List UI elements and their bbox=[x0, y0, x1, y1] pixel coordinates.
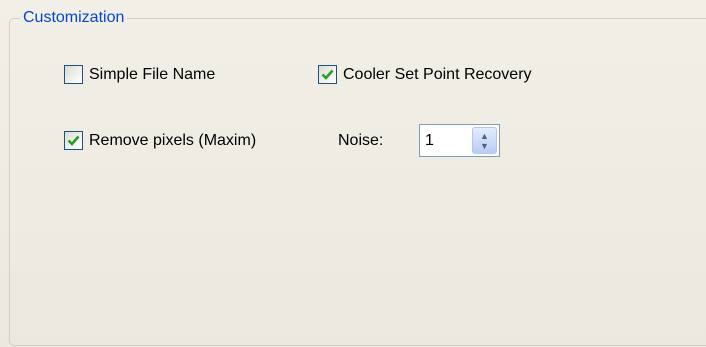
cooler-set-point-recovery-option[interactable]: Cooler Set Point Recovery bbox=[318, 65, 532, 84]
simple-file-name-option[interactable]: Simple File Name bbox=[64, 65, 215, 84]
noise-input[interactable] bbox=[420, 125, 472, 156]
remove-pixels-label: Remove pixels (Maxim) bbox=[89, 131, 257, 149]
check-icon bbox=[321, 69, 334, 80]
cooler-set-point-recovery-label: Cooler Set Point Recovery bbox=[343, 65, 532, 83]
noise-label: Noise: bbox=[338, 132, 384, 149]
simple-file-name-checkbox[interactable] bbox=[64, 65, 83, 84]
remove-pixels-checkbox[interactable] bbox=[64, 131, 83, 150]
chevron-up-icon[interactable]: ▲ bbox=[480, 131, 489, 141]
simple-file-name-label: Simple File Name bbox=[89, 65, 216, 83]
groupbox-title: Customization bbox=[20, 9, 128, 27]
check-icon bbox=[67, 135, 80, 146]
remove-pixels-option[interactable]: Remove pixels (Maxim) bbox=[64, 131, 256, 150]
noise-spin-buttons[interactable]: ▲ ▼ bbox=[472, 127, 497, 154]
chevron-down-icon[interactable]: ▼ bbox=[480, 141, 489, 151]
noise-spinner[interactable]: ▲ ▼ bbox=[419, 124, 500, 157]
cooler-set-point-recovery-checkbox[interactable] bbox=[318, 65, 337, 84]
customization-panel: Customization Simple File Name Cooler Se… bbox=[0, 0, 706, 347]
